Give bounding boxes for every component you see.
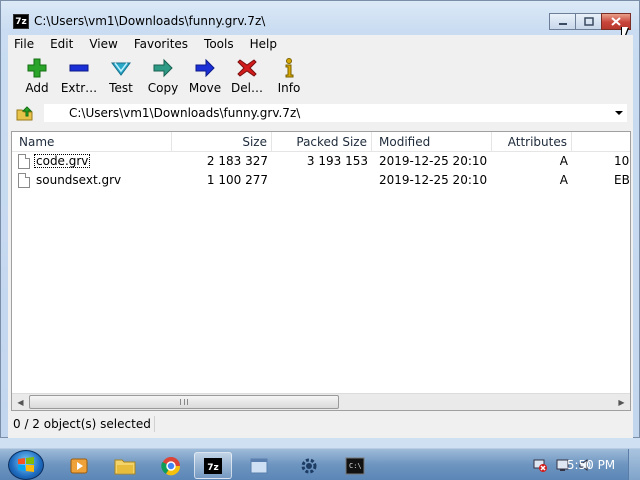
menu-file[interactable]: File: [8, 35, 42, 53]
file-size: 1 100 277: [206, 173, 268, 187]
windows-logo-icon: [18, 457, 34, 472]
column-packed-size[interactable]: Packed Size: [272, 132, 372, 152]
column-size[interactable]: Size: [172, 132, 272, 152]
scroll-thumb[interactable]: [29, 395, 339, 409]
add-icon: [26, 57, 48, 79]
up-folder-button[interactable]: [14, 103, 36, 123]
main-window: 7z C:\Users\vm1\Downloads\funny.grv.7z\ …: [0, 0, 640, 438]
table-row[interactable]: code.grv 2 183 327 3 193 153 2019-12-25 …: [12, 152, 630, 171]
column-extra[interactable]: [572, 132, 630, 152]
column-attributes[interactable]: Attributes: [492, 132, 572, 152]
menu-favorites[interactable]: Favorites: [126, 35, 196, 53]
settings-icon[interactable]: [290, 452, 328, 479]
caption-buttons: [549, 13, 631, 31]
file-name: soundsext.grv: [36, 173, 122, 187]
file-list[interactable]: Name Size Packed Size Modified Attribute…: [11, 131, 631, 411]
status-bar: 0 / 2 object(s) selected: [8, 412, 633, 436]
info-icon: [278, 57, 300, 79]
file-packed-size: 3 193 153: [306, 154, 368, 168]
grip-icon: [180, 399, 188, 405]
file-extra: 10E: [614, 154, 630, 168]
file-modified: 2019-12-25 20:10: [379, 173, 488, 187]
file-attributes: A: [559, 173, 568, 187]
up-folder-icon: [16, 106, 33, 121]
move-button[interactable]: Move: [184, 53, 226, 97]
column-header: Name Size Packed Size Modified Attribute…: [12, 132, 630, 152]
test-label: Test: [109, 81, 133, 95]
menu-tools[interactable]: Tools: [196, 35, 242, 53]
status-separator: [154, 416, 155, 432]
table-row[interactable]: soundsext.grv 1 100 277 2019-12-25 20:10…: [12, 171, 630, 190]
explorer-icon[interactable]: [106, 452, 144, 479]
title-bar[interactable]: 7z C:\Users\vm1\Downloads\funny.grv.7z\: [1, 1, 639, 35]
horizontal-scrollbar[interactable]: ◀ ▶: [12, 393, 630, 410]
file-packed-size: [272, 171, 368, 190]
maximize-button[interactable]: [575, 13, 602, 30]
move-icon: [194, 57, 216, 79]
file-attributes: A: [559, 154, 568, 168]
maximize-icon: [583, 17, 594, 26]
chrome-icon[interactable]: [152, 452, 190, 479]
start-button[interactable]: [8, 450, 44, 480]
path-combobox[interactable]: C:\Users\vm1\Downloads\funny.grv.7z\: [43, 103, 628, 123]
path-text: C:\Users\vm1\Downloads\funny.grv.7z\: [69, 106, 301, 120]
copy-label: Copy: [147, 81, 179, 95]
file-size: 2 183 327: [206, 154, 268, 168]
svg-text:C:\: C:\: [349, 462, 362, 470]
minimize-button[interactable]: [549, 13, 576, 30]
toolbar: Add Extr… Test Copy Move Del… Info: [8, 53, 633, 100]
file-icon: [18, 173, 30, 188]
scroll-left-icon[interactable]: ◀: [12, 394, 29, 410]
test-button[interactable]: Test: [100, 53, 142, 97]
app-icon: 7z: [13, 14, 29, 29]
7zip-icon[interactable]: 7z: [194, 452, 232, 479]
file-extra: EBA: [614, 173, 630, 187]
move-label: Move: [188, 81, 222, 95]
add-label: Add: [25, 81, 49, 95]
taskbar-clock[interactable]: 5:50 PM: [556, 449, 626, 480]
minimize-icon: [558, 22, 567, 25]
scroll-right-icon[interactable]: ▶: [613, 394, 630, 410]
window-icon[interactable]: [240, 452, 278, 479]
delete-button[interactable]: Del…: [226, 53, 268, 97]
delete-label: Del…: [231, 81, 263, 95]
add-button[interactable]: Add: [16, 53, 58, 97]
svg-text:7z: 7z: [207, 463, 219, 473]
extract-label: Extr…: [60, 81, 98, 95]
menu-bar: File Edit View Favorites Tools Help: [8, 35, 633, 53]
cmd-icon[interactable]: C:\: [336, 452, 374, 479]
close-icon: [611, 17, 621, 26]
dropdown-arrow-icon[interactable]: [615, 111, 623, 115]
address-bar: C:\Users\vm1\Downloads\funny.grv.7z\: [8, 102, 633, 124]
delete-icon: [236, 57, 258, 79]
menu-edit[interactable]: Edit: [42, 35, 81, 53]
menu-help[interactable]: Help: [242, 35, 285, 53]
selection-status: 0 / 2 object(s) selected: [13, 417, 151, 431]
taskbar: 7z C:\ 5:50 PM: [0, 448, 640, 480]
media-player-icon[interactable]: [60, 452, 98, 479]
window-title: C:\Users\vm1\Downloads\funny.grv.7z\: [34, 14, 266, 28]
copy-button[interactable]: Copy: [142, 53, 184, 97]
network-error-icon[interactable]: [532, 457, 548, 473]
file-icon: [18, 154, 30, 169]
extract-icon: [68, 57, 90, 79]
menu-view[interactable]: View: [81, 35, 125, 53]
column-name[interactable]: Name: [12, 132, 172, 152]
copy-icon: [152, 57, 174, 79]
extract-button[interactable]: Extr…: [58, 53, 100, 97]
file-name: code.grv: [34, 154, 91, 168]
column-modified[interactable]: Modified: [372, 132, 492, 152]
info-label: Info: [277, 81, 301, 95]
info-button[interactable]: Info: [268, 53, 310, 97]
file-modified: 2019-12-25 20:10: [379, 154, 488, 168]
test-icon: [110, 57, 132, 79]
show-desktop-button[interactable]: [628, 449, 640, 480]
